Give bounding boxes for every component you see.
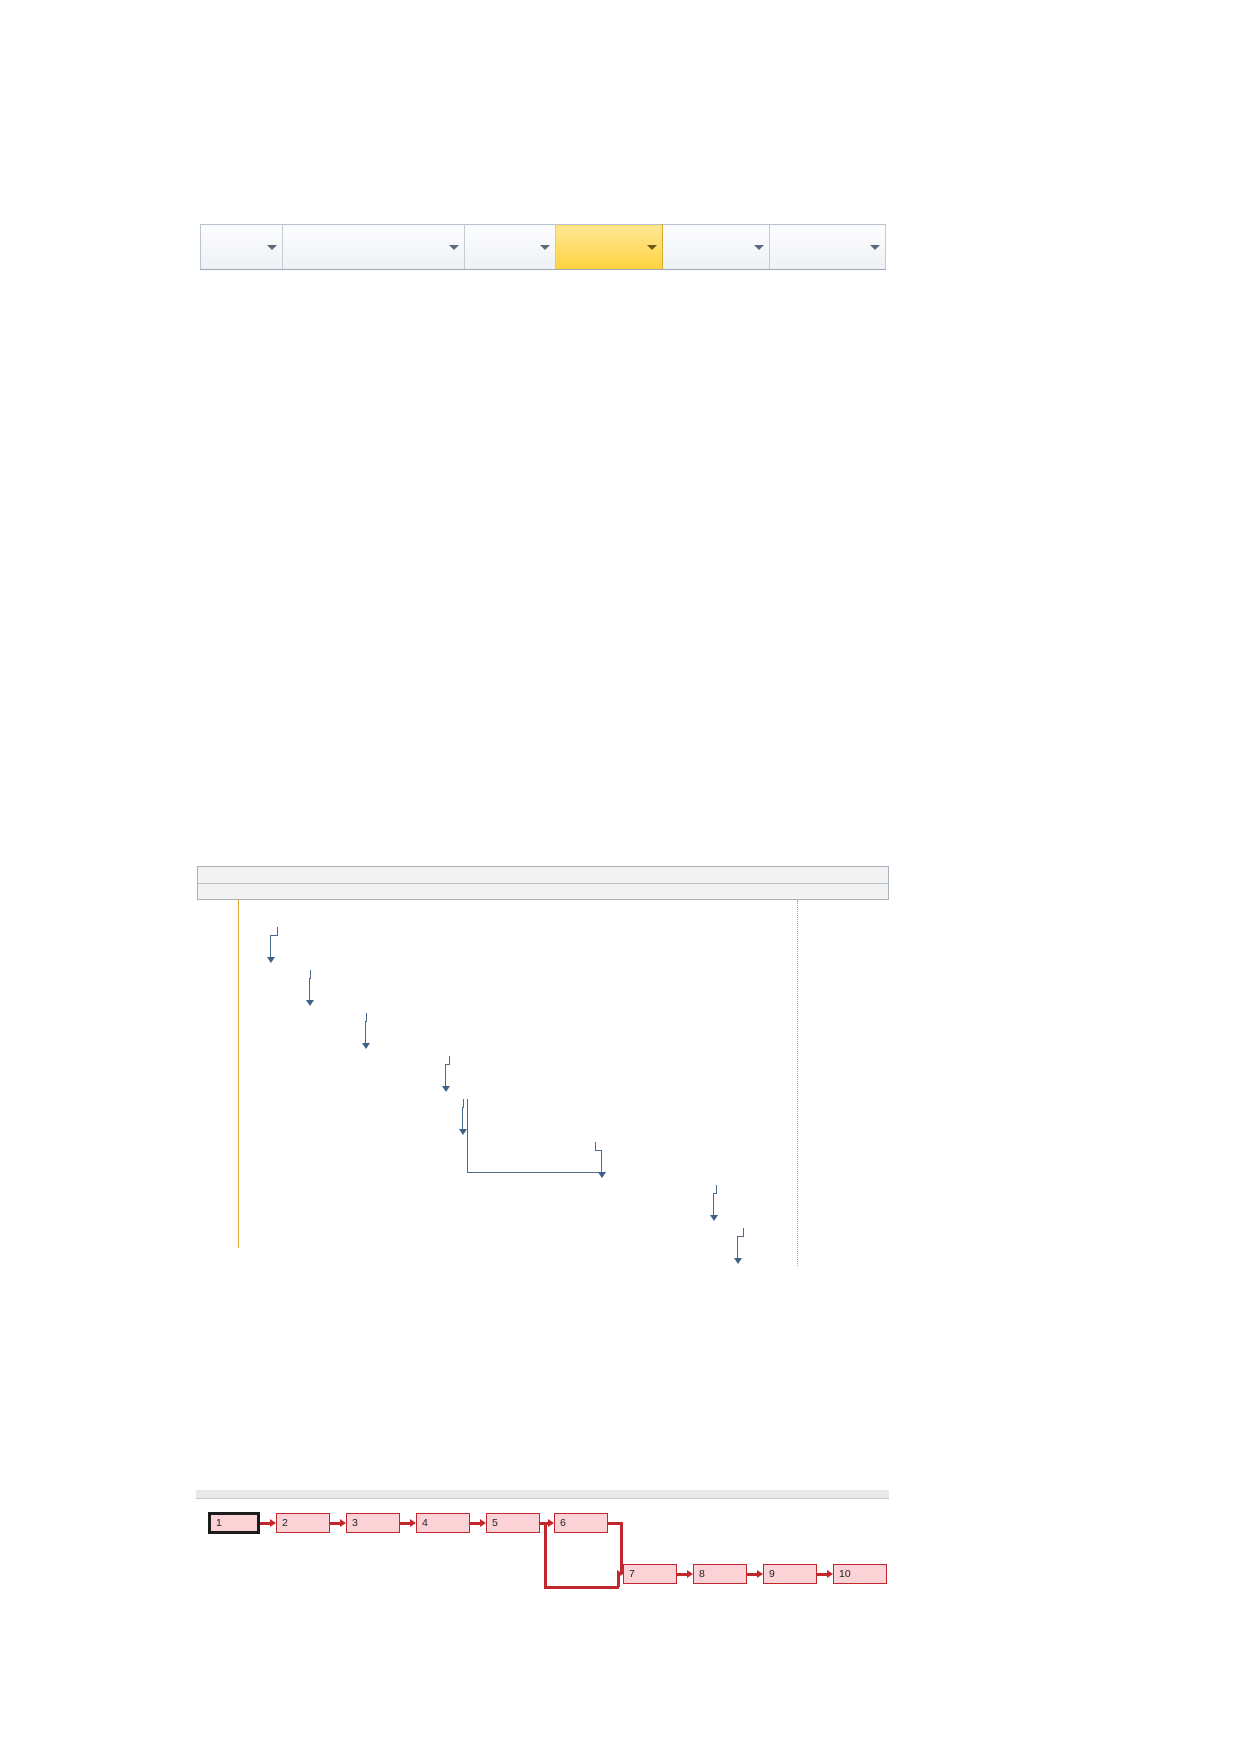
gantt-link-line: [270, 935, 272, 958]
filter-chevron-down-icon[interactable]: [266, 245, 277, 250]
filter-chevron-down-icon[interactable]: [646, 245, 657, 250]
network-connector: [617, 1574, 620, 1587]
task-table-header: [200, 224, 887, 270]
gantt-link-arrow: [266, 957, 275, 963]
network-arrow: [757, 1570, 763, 1578]
gantt-link-line: [713, 1193, 715, 1216]
network-connector: [470, 1522, 480, 1525]
gantt-link-line: [463, 1099, 465, 1107]
network-connector: [620, 1522, 623, 1574]
network-connector: [544, 1586, 619, 1589]
network-connector: [260, 1522, 270, 1525]
gantt-link-line: [716, 1185, 718, 1193]
network-diagram[interactable]: 1 2 3 4 5 6 7 8 9 10: [196, 1490, 889, 1600]
column-header-start[interactable]: [555, 224, 663, 270]
network-node[interactable]: 5: [486, 1513, 540, 1533]
network-arrow: [827, 1570, 833, 1578]
network-toolbar-divider: [196, 1490, 889, 1499]
gantt-link-line: [467, 1099, 469, 1172]
gantt-link-line: [467, 1172, 603, 1174]
gantt-link-line: [449, 1056, 451, 1064]
gantt-link-line: [445, 1064, 447, 1087]
gantt-chart[interactable]: [197, 866, 889, 1266]
column-header-finish[interactable]: [662, 224, 770, 270]
network-node[interactable]: 9: [763, 1564, 817, 1584]
gantt-link-line: [365, 1021, 367, 1044]
network-node[interactable]: 2: [276, 1513, 330, 1533]
column-header-task-name[interactable]: [282, 224, 466, 270]
gantt-link-line: [743, 1228, 745, 1236]
gantt-link-line: [310, 970, 312, 978]
network-node[interactable]: 3: [346, 1513, 400, 1533]
gantt-link-arrow: [361, 1043, 370, 1049]
filter-chevron-down-icon[interactable]: [870, 245, 880, 250]
gantt-timeline-header: [197, 866, 889, 900]
network-arrow: [548, 1519, 554, 1527]
network-connector: [817, 1573, 827, 1576]
gantt-link-line: [595, 1142, 597, 1150]
gantt-link-line: [462, 1107, 464, 1130]
network-connector: [747, 1573, 757, 1576]
filter-chevron-down-icon[interactable]: [753, 245, 764, 250]
network-node[interactable]: 10: [833, 1564, 887, 1584]
gantt-link-arrow: [441, 1086, 450, 1092]
network-connector: [400, 1522, 410, 1525]
gantt-link-arrow: [458, 1129, 467, 1135]
network-connector: [330, 1522, 340, 1525]
column-header-duration[interactable]: [464, 224, 557, 270]
gantt-link-line: [601, 1150, 603, 1173]
filter-chevron-down-icon[interactable]: [449, 245, 460, 250]
gantt-link-line: [277, 927, 279, 935]
gantt-week-row: [198, 867, 888, 884]
document-page: 1 2 3 4 5 6 7 8 9 10: [0, 0, 1241, 1754]
network-node[interactable]: 6: [554, 1513, 608, 1533]
status-date-line: [797, 900, 798, 1266]
gantt-plot-area[interactable]: [197, 900, 889, 1266]
network-arrow: [410, 1519, 416, 1527]
task-table[interactable]: [200, 224, 887, 270]
gantt-link-arrow: [305, 1000, 314, 1006]
network-node[interactable]: 1: [208, 1512, 260, 1534]
gantt-link-line: [737, 1236, 739, 1259]
network-arrow: [270, 1519, 276, 1527]
network-node[interactable]: 8: [693, 1564, 747, 1584]
network-connector: [544, 1522, 547, 1586]
network-arrow: [687, 1570, 693, 1578]
network-connector: [677, 1573, 687, 1576]
column-header-predecessors[interactable]: [769, 224, 887, 270]
network-node[interactable]: 4: [416, 1513, 470, 1533]
gantt-link-arrow: [597, 1172, 606, 1178]
gantt-link-arrow: [709, 1215, 718, 1221]
column-header-task-mode[interactable]: [200, 224, 283, 270]
network-node[interactable]: 7: [623, 1564, 677, 1584]
gantt-day-row: [198, 884, 888, 901]
gantt-link-line: [366, 1013, 368, 1021]
network-arrow: [480, 1519, 486, 1527]
table-header-row: [200, 224, 887, 270]
gantt-link-line: [309, 978, 311, 1001]
gantt-link-arrow: [733, 1258, 742, 1264]
project-start-line: [238, 900, 239, 1248]
filter-chevron-down-icon[interactable]: [540, 245, 551, 250]
network-arrow: [340, 1519, 346, 1527]
